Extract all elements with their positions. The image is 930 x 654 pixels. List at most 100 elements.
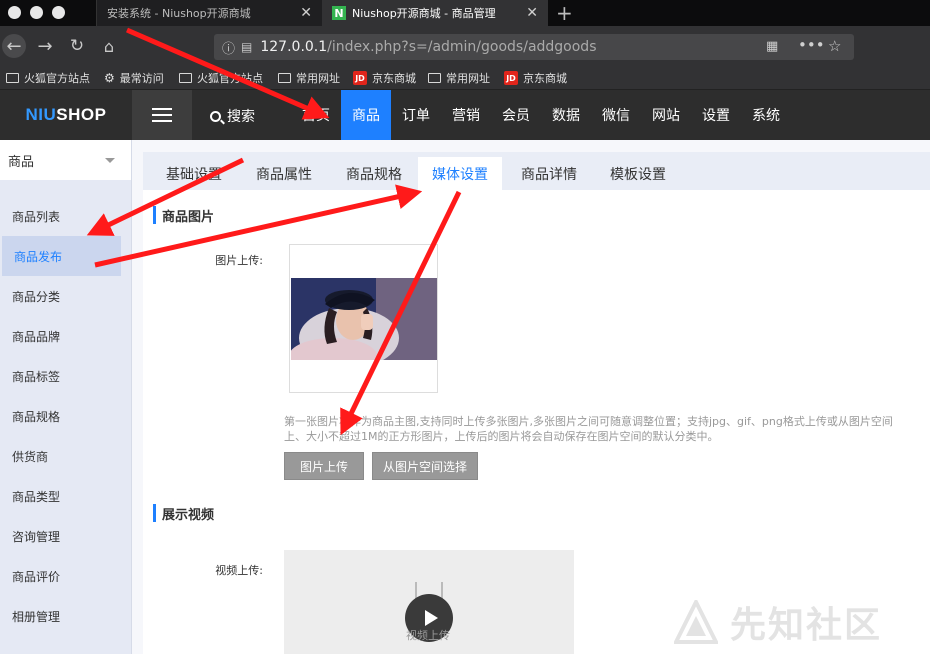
topnav-orders[interactable]: 订单 [391,90,441,140]
menu-toggle-button[interactable] [132,90,192,140]
hamburger-icon [152,108,172,122]
search-label: 搜索 [227,109,255,125]
tab-basic-settings[interactable]: 基础设置 [149,157,239,190]
video-upload-box[interactable]: 视频上传 [284,550,574,654]
topnav-marketing[interactable]: 营销 [441,90,491,140]
video-upload-label: 视频上传: [215,564,263,577]
chevron-down-icon [105,158,115,163]
tab-goods-attributes[interactable]: 商品属性 [239,157,329,190]
sidebar-item-album[interactable]: 相册管理 [0,596,132,636]
bookmark-item[interactable]: 常用网址 [278,70,340,86]
url-host: 127.0.0.1 [260,39,328,55]
forward-arrow-icon[interactable]: → [34,35,56,57]
tab-goods-spec[interactable]: 商品规格 [329,157,419,190]
sidebar-item-goods-category[interactable]: 商品分类 [0,276,132,316]
sidebar-item-consult[interactable]: 咨询管理 [0,516,132,556]
window-close-icon[interactable] [8,6,21,19]
watermark-logo-icon [674,600,718,644]
back-arrow-icon[interactable]: ← [2,34,26,58]
topnav-settings[interactable]: 设置 [691,90,741,140]
close-icon[interactable]: ✕ [300,5,312,21]
sidebar-item-goods-review[interactable]: 商品评价 [0,556,132,596]
home-icon[interactable]: ⌂ [98,35,120,57]
bookmark-item[interactable]: JD 京东商城 [504,70,567,86]
main-content: 基础设置 商品属性 商品规格 媒体设置 商品详情 模板设置 商品图片 图片上传: [132,140,930,654]
bookmark-star-icon[interactable]: ☆ [828,37,841,55]
watermark-text: 先知社区 [730,605,883,646]
sidebar-item-goods-tag[interactable]: 商品标签 [0,356,132,396]
browser-tab-goods[interactable]: N Niushop开源商城 - 商品管理 ✕ [322,0,548,26]
tab-media-settings[interactable]: 媒体设置 [418,157,502,190]
tab-template-settings[interactable]: 模板设置 [593,157,683,190]
topnav-home[interactable]: 首页 [291,90,341,140]
url-bar[interactable]: ⓘ ▤ 127.0.0.1 /index.php?s=/admin/goods/… [214,34,854,60]
reload-icon[interactable]: ↻ [66,35,88,57]
choose-from-image-space-button[interactable]: 从图片空间选择 [372,452,478,480]
topnav-members[interactable]: 会员 [491,90,541,140]
bookmark-item[interactable]: 火狐官方站点 [179,70,263,86]
sidebar-item-goods-spec[interactable]: 商品规格 [0,396,132,436]
video-upload-caption: 视频上传 [406,629,450,642]
topnav-data[interactable]: 数据 [541,90,591,140]
sidebar-module-select[interactable]: 商品 [0,140,131,180]
image-upload-label: 图片上传: [215,254,263,267]
video-section-title: 展示视频 [153,504,214,523]
bookmark-label: 京东商城 [372,72,416,85]
jd-icon: JD [353,71,367,85]
new-tab-icon[interactable]: + [556,1,573,25]
bookmark-item[interactable]: ⚙ 最常访问 [104,70,164,86]
sidebar-item-goods-publish[interactable]: 商品发布 [2,236,121,276]
jd-icon: JD [504,71,518,85]
sidebar-item-goods-type[interactable]: 商品类型 [0,476,132,516]
folder-icon [278,73,291,83]
sidebar-title: 商品 [8,154,35,170]
bookmark-item[interactable]: JD 京东商城 [353,70,416,86]
close-icon[interactable]: ✕ [526,5,538,21]
header-search-button[interactable]: 搜索 [210,106,255,126]
goods-form-panel: 基础设置 商品属性 商品规格 媒体设置 商品详情 模板设置 商品图片 图片上传: [143,152,930,654]
niushop-favicon-icon: N [332,6,346,20]
sidebar: 商品 商品列表 商品发布 商品分类 商品品牌 商品标签 商品规格 供货商 商品类… [0,140,132,654]
browser-tab-title: Niushop开源商城 - 商品管理 [352,7,496,20]
watermark: 先知社区 [674,596,882,648]
bookmarks-bar: 火狐官方站点 ⚙ 最常访问 火狐官方站点 常用网址 JD 京东商城 常用网址 J… [0,66,930,90]
bookmark-item[interactable]: 火狐官方站点 [6,70,90,86]
folder-icon [428,73,441,83]
goods-form-tabs: 基础设置 商品属性 商品规格 媒体设置 商品详情 模板设置 [143,152,930,190]
image-upload-button[interactable]: 图片上传 [284,452,364,480]
topnav-system[interactable]: 系统 [741,90,791,140]
bookmark-label: 常用网址 [296,72,340,85]
sidebar-item-supplier[interactable]: 供货商 [0,436,132,476]
qr-code-icon[interactable]: ▦ [766,39,778,54]
app-header: NIU SHOP 搜索 首页 商品 订单 营销 会员 数据 微信 网站 设置 系统 [0,90,930,140]
image-section-title: 商品图片 [153,206,214,225]
more-actions-icon[interactable]: ••• [798,36,825,54]
bookmark-label: 火狐官方站点 [24,72,90,85]
bookmark-label: 最常访问 [119,72,164,85]
topnav-goods[interactable]: 商品 [341,90,391,140]
browser-nav-bar: ← → ↻ ⌂ ⓘ ▤ 127.0.0.1 /index.php?s=/admi… [0,26,930,66]
folder-icon [179,73,192,83]
bookmark-label: 京东商城 [523,72,567,85]
image-upload-hint: 第一张图片将作为商品主图,支持同时上传多张图片,多张图片之间可随意调整位置；支持… [284,414,930,444]
browser-tab-install[interactable]: 安装系统 - Niushop开源商城 ✕ [96,0,322,26]
gear-icon: ⚙ [104,71,115,85]
sidebar-item-goods-brand[interactable]: 商品品牌 [0,316,132,356]
window-minimize-icon[interactable] [30,6,43,19]
topnav-website[interactable]: 网站 [641,90,691,140]
bookmark-label: 常用网址 [446,72,490,85]
info-icon[interactable]: ⓘ [222,38,235,57]
product-image [291,278,437,360]
topnav-wechat[interactable]: 微信 [591,90,641,140]
folder-icon [6,73,19,83]
product-image-box[interactable] [289,244,438,393]
tab-goods-detail[interactable]: 商品详情 [504,157,594,190]
bookmark-item[interactable]: 常用网址 [428,70,490,86]
url-path: /index.php?s=/admin/goods/addgoods [327,39,597,55]
niushop-logo[interactable]: NIU SHOP [0,90,132,140]
sidebar-item-goods-list[interactable]: 商品列表 [0,196,132,236]
image-hint-line2: 上、大小不超过1M的正方形图片，上传后的图片将会自动保存在图片空间的默认分类中。 [284,430,719,443]
window-zoom-icon[interactable] [52,6,65,19]
image-hint-line1: 第一张图片将作为商品主图,支持同时上传多张图片,多张图片之间可随意调整位置；支持… [284,415,893,428]
logo-part-shop: SHOP [56,105,107,124]
